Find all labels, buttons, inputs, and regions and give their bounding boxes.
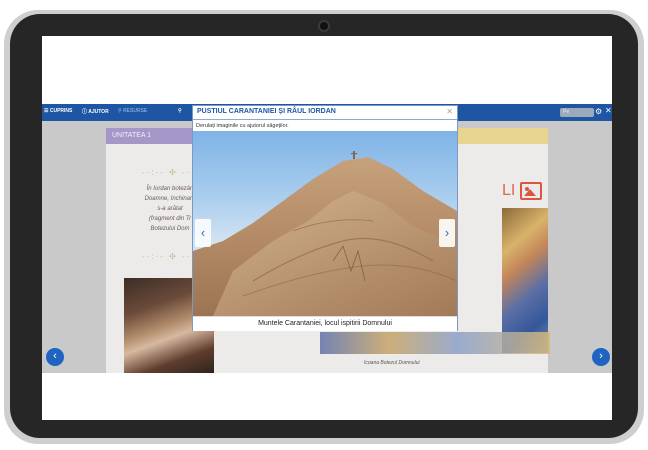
page-search-input[interactable]: Pe xyxy=(560,108,594,117)
tablet-screen: ☰ CUPRINS ⓘ AJUTOR ⚲ RESURSE ⚲ Pe ⚙ ✕ UN… xyxy=(42,36,612,420)
contents-label: CUPRINS xyxy=(49,108,73,114)
gallery-modal: PUSTIUL CARANTANIEI ȘI RÂUL IORDAN ✕ Der… xyxy=(192,105,458,331)
mountain-photo xyxy=(193,151,457,316)
gallery-photo: ‹ › xyxy=(193,131,457,316)
section-heading: LI xyxy=(502,182,516,199)
screen-top-margin xyxy=(42,36,612,104)
camera-icon xyxy=(320,22,328,30)
textbook-viewer: ☰ CUPRINS ⓘ AJUTOR ⚲ RESURSE ⚲ Pe ⚙ ✕ UN… xyxy=(42,104,612,373)
modal-header: PUSTIUL CARANTANIEI ȘI RÂUL IORDAN ✕ xyxy=(193,106,457,120)
photo-caption: Muntele Carantaniei, locul ispitirii Dom… xyxy=(193,316,457,331)
icon-caption: Icoana Botezul Domnului xyxy=(364,360,420,366)
help-button[interactable]: ⓘ AJUTOR xyxy=(82,108,109,115)
close-icon[interactable]: ✕ xyxy=(446,107,453,116)
screen-bottom-margin xyxy=(42,373,612,420)
help-label: AJUTOR xyxy=(88,109,109,115)
resources-label: RESURSE xyxy=(123,108,148,114)
gear-icon[interactable]: ⚙ xyxy=(595,107,602,116)
menu-contents-button[interactable]: ☰ CUPRINS xyxy=(44,108,72,114)
resources-button[interactable]: ⚲ RESURSE xyxy=(118,108,147,114)
modal-instruction: Derulați imaginile cu ajutorul săgeților… xyxy=(196,123,289,129)
search-button[interactable]: ⚲ xyxy=(178,108,182,114)
modal-title: PUSTIUL CARANTANIEI ȘI RÂUL IORDAN xyxy=(197,108,336,115)
chevron-left-icon[interactable]: ‹ xyxy=(195,219,211,247)
icon-image-bottom xyxy=(320,332,550,354)
chevron-right-icon[interactable]: › xyxy=(439,219,455,247)
image-icon[interactable] xyxy=(520,182,542,200)
chevron-right-circle-icon[interactable]: › xyxy=(592,348,610,366)
unit-label: UNITATEA 1 xyxy=(112,132,152,139)
chevron-left-circle-icon[interactable]: ‹ xyxy=(46,348,64,366)
close-icon[interactable]: ✕ xyxy=(605,106,612,115)
right-header-band xyxy=(456,128,548,144)
